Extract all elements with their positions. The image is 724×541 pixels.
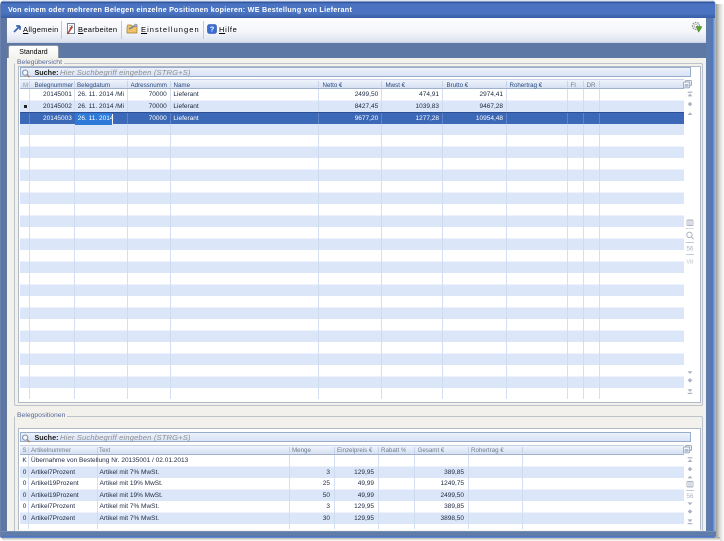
svg-text:VB: VB [686, 260, 694, 266]
svg-text:?: ? [210, 24, 215, 33]
svg-text:56: 56 [687, 493, 694, 500]
svg-text:56: 56 [687, 246, 694, 253]
